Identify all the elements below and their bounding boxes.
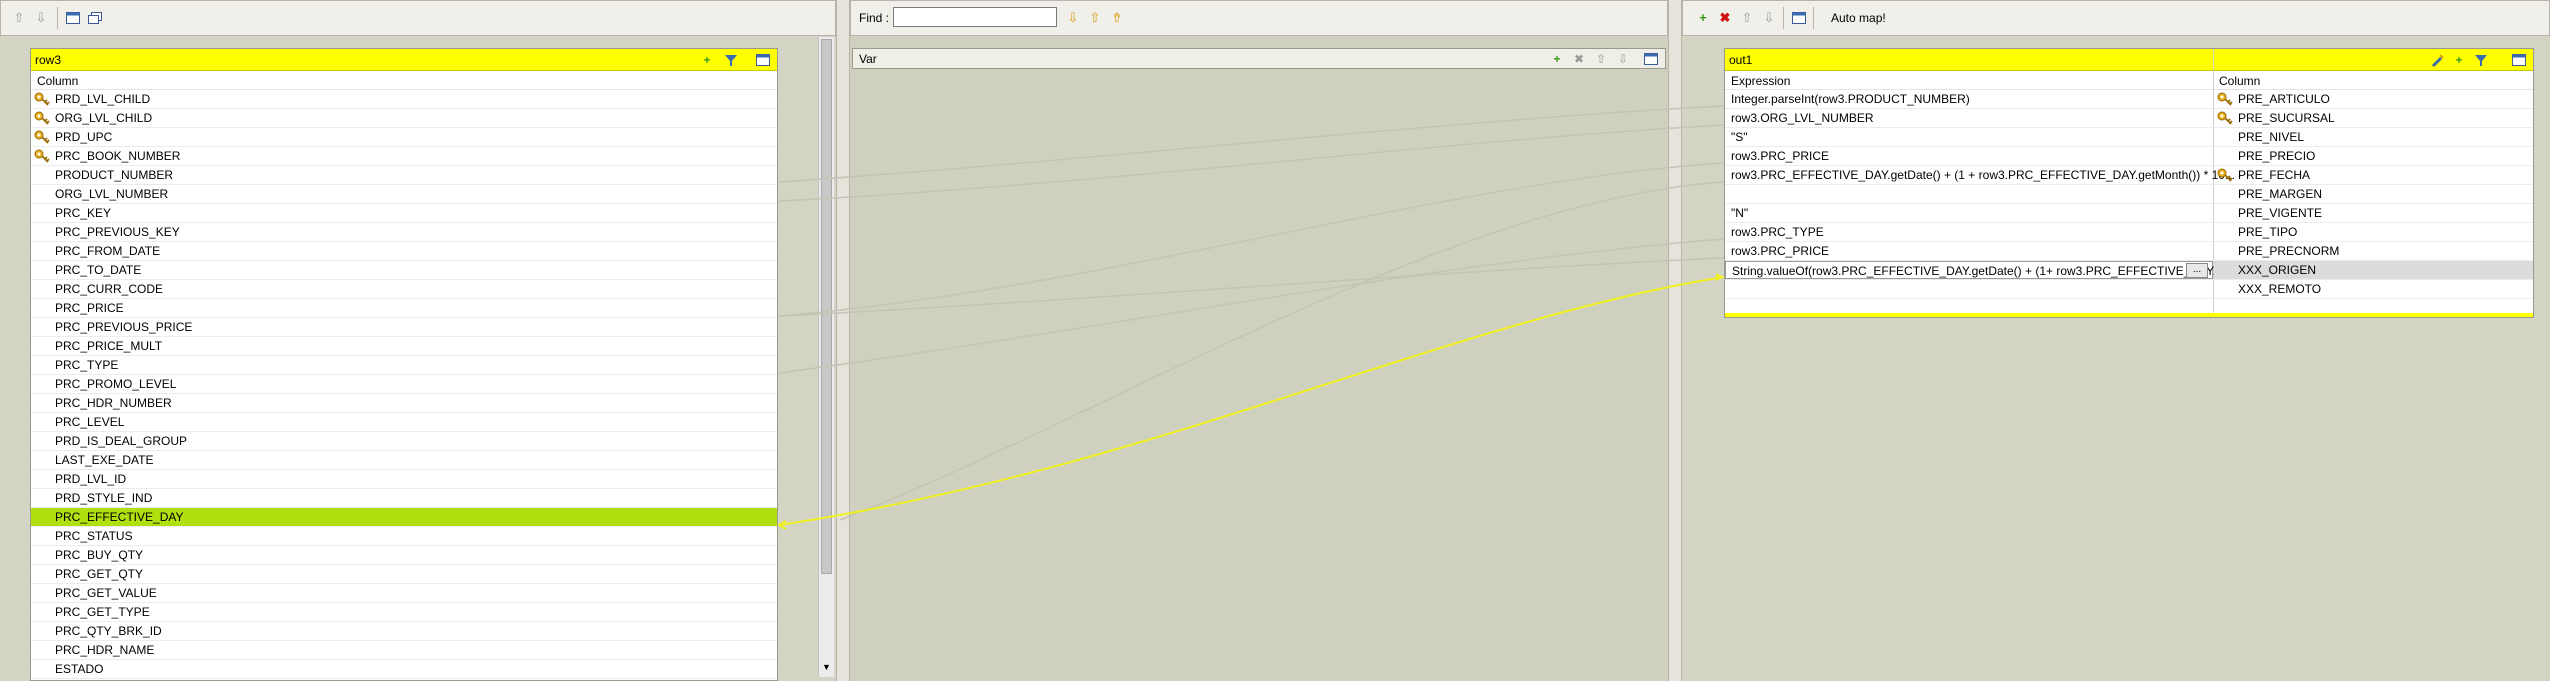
link-arrow-head <box>1716 273 1724 281</box>
link-org-lvl-number[interactable] <box>778 124 1725 202</box>
link-prc-price[interactable] <box>778 162 1725 317</box>
link-prc-effective-day-fecha[interactable] <box>839 181 1725 521</box>
tmap-editor: ⇧ ⇩ Find : ⇩ ⇧ ⇮ + ✖ ⇧ ⇩ Auto map! ▼ row… <box>0 0 2550 681</box>
link-prc-type[interactable] <box>778 238 1725 374</box>
link-product-number[interactable] <box>778 105 1725 183</box>
mapping-links <box>776 105 1725 530</box>
link-prc-effective-day-origen[interactable] <box>778 276 1725 526</box>
